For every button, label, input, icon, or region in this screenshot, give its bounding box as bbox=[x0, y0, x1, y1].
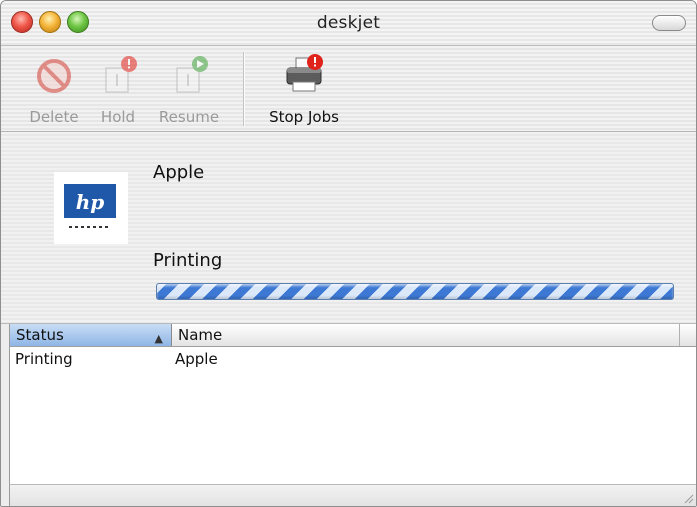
column-header-status[interactable]: Status ▲ bbox=[10, 324, 172, 346]
column-header-name[interactable]: Name bbox=[172, 324, 680, 346]
printer-alert-icon bbox=[286, 54, 323, 92]
job-list-table: Status ▲ Name Printing Apple bbox=[9, 324, 696, 484]
column-header-status-label: Status bbox=[16, 326, 64, 344]
toolbar-separator bbox=[243, 52, 245, 126]
toolbar-toggle-button[interactable] bbox=[652, 15, 686, 31]
window-bottom-bar bbox=[9, 484, 696, 506]
row-status-cell: Printing bbox=[15, 350, 73, 368]
table-header: Status ▲ Name bbox=[10, 324, 696, 347]
title-bar[interactable]: deskjet bbox=[1, 1, 696, 46]
delete-button[interactable]: Delete bbox=[23, 46, 85, 131]
job-document-name: Apple bbox=[153, 162, 205, 183]
stop-jobs-label: Stop Jobs bbox=[269, 108, 339, 126]
hp-logo-icon: hp bbox=[64, 184, 116, 228]
row-name-cell: Apple bbox=[175, 350, 218, 368]
resume-button[interactable]: Resume bbox=[153, 46, 225, 131]
delete-icon bbox=[37, 59, 71, 93]
toolbar: Delete Hold Resume Stop Jobs bbox=[1, 46, 696, 132]
current-job-panel: hp Apple Printing bbox=[1, 132, 696, 324]
resume-label: Resume bbox=[158, 108, 220, 126]
hold-button[interactable]: Hold bbox=[93, 46, 143, 131]
hold-icon bbox=[105, 56, 137, 93]
stop-jobs-button[interactable]: Stop Jobs bbox=[259, 46, 349, 131]
svg-text:hp: hp bbox=[76, 190, 105, 214]
window-title: deskjet bbox=[316, 13, 381, 33]
hold-label: Hold bbox=[100, 108, 136, 126]
table-row[interactable]: Printing Apple bbox=[10, 347, 696, 371]
printer-logo: hp bbox=[54, 172, 128, 244]
resize-grip-icon[interactable] bbox=[682, 492, 694, 504]
resume-icon bbox=[176, 56, 208, 93]
printer-queue-window: deskjet Delete Hold Resume Stop Jobs hp … bbox=[0, 0, 697, 507]
column-header-name-label: Name bbox=[178, 326, 223, 344]
job-progress-bar bbox=[156, 283, 674, 300]
job-status-text: Printing bbox=[153, 250, 223, 271]
delete-label: Delete bbox=[29, 108, 79, 126]
